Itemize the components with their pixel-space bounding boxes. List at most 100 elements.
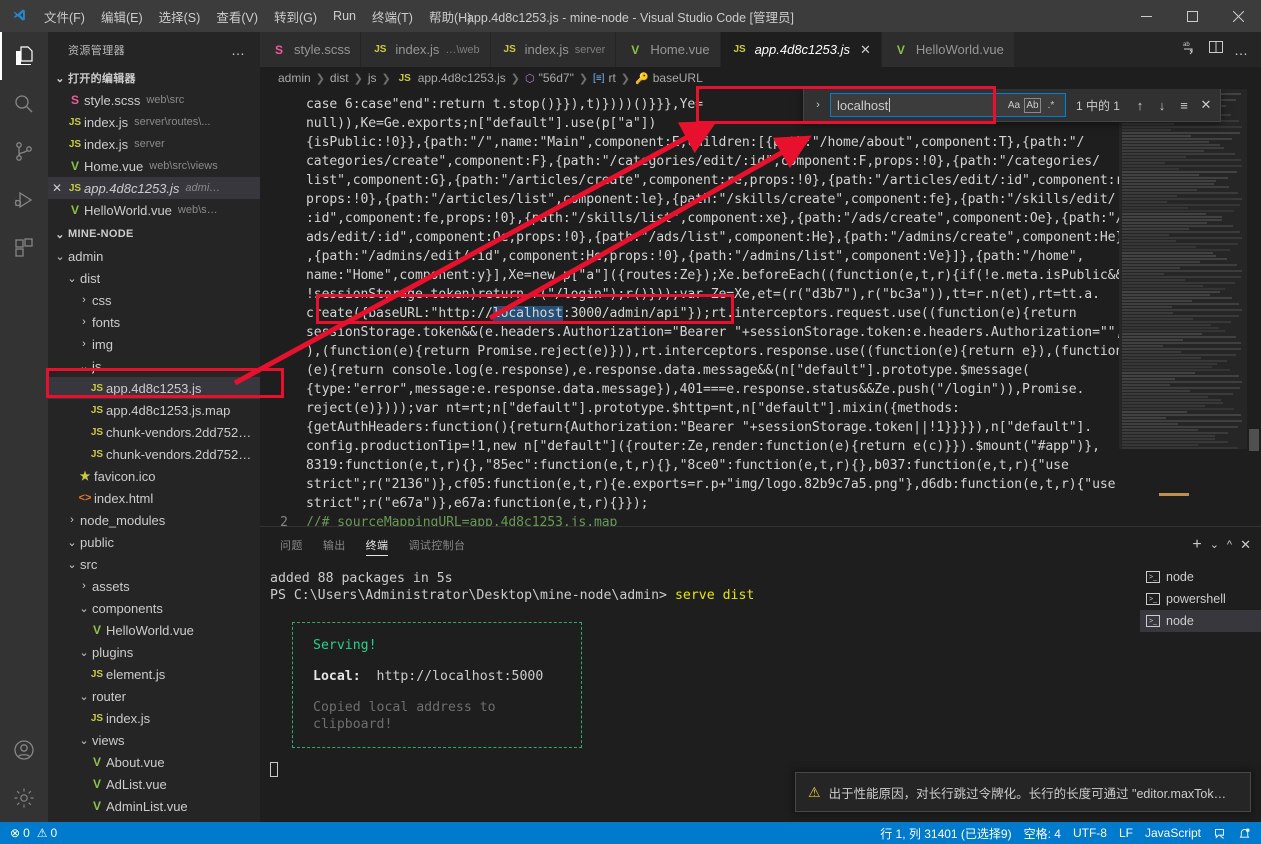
chevron-down-icon[interactable]: ⌄ xyxy=(52,228,68,241)
tree-file[interactable]: JS index.js xyxy=(48,707,260,729)
panel-tab-output[interactable]: 输出 xyxy=(323,527,346,562)
feedback-icon[interactable] xyxy=(1207,827,1232,840)
tree-file[interactable]: V AdList.vue xyxy=(48,773,260,795)
tree-file[interactable]: JS element.js xyxy=(48,663,260,685)
toggle-replace-icon[interactable]: › xyxy=(808,99,828,111)
tree-folder[interactable]: ⌄ components xyxy=(48,597,260,619)
whole-word-icon[interactable]: Ab xyxy=(1023,97,1041,113)
find-next-button[interactable]: ↓ xyxy=(1152,95,1172,115)
chevron-down-icon[interactable]: ⌄ xyxy=(76,690,92,703)
panel-actions[interactable]: + ⌄ ^ ✕ xyxy=(1192,536,1261,554)
chevron-right-icon[interactable]: › xyxy=(76,316,92,328)
editor-scrollbar[interactable] xyxy=(1247,89,1261,526)
editor-tab[interactable]: JS index.js server xyxy=(490,32,617,67)
new-terminal-button[interactable]: + xyxy=(1192,536,1201,554)
chevron-right-icon[interactable]: › xyxy=(76,338,92,350)
notifications-bell-icon[interactable] xyxy=(1232,827,1257,840)
chevron-right-icon[interactable]: › xyxy=(76,580,92,592)
tree-file[interactable]: V AdminList.vue xyxy=(48,795,260,817)
section-project[interactable]: ⌄ MINE-NODE xyxy=(48,223,260,245)
open-editor-item[interactable]: V Home.vue web\src\views xyxy=(48,155,260,177)
close-editor-icon[interactable]: ✕ xyxy=(48,181,66,195)
chevron-down-icon[interactable]: ⌄ xyxy=(76,734,92,747)
editor-more-icon[interactable]: … xyxy=(1234,42,1249,58)
breadcrumb-item-file[interactable]: JS app.4d8c1253.js xyxy=(396,71,506,85)
maximize-button[interactable] xyxy=(1169,0,1215,32)
tree-folder[interactable]: ⌄ admin xyxy=(48,245,260,267)
find-input-box[interactable]: localhost Aa Ab .* xyxy=(829,93,1066,117)
terminal-list-item[interactable]: >_ node xyxy=(1140,566,1261,588)
tree-folder[interactable]: ⌄ plugins xyxy=(48,641,260,663)
open-editor-item[interactable]: JS index.js server\routes\... xyxy=(48,111,260,133)
tree-folder[interactable]: ⌄ src xyxy=(48,553,260,575)
menu-file[interactable]: 文件(F) xyxy=(36,0,93,32)
menu-run[interactable]: Run xyxy=(325,0,364,32)
editor-tab[interactable]: V HelloWorld.vue xyxy=(881,32,1015,67)
tree-file[interactable]: JS chunk-vendors.2dd752… xyxy=(48,421,260,443)
breadcrumb-item-admin[interactable]: admin xyxy=(278,71,311,85)
editor-tab[interactable]: Sstyle.scss xyxy=(260,32,362,67)
find-previous-button[interactable]: ↑ xyxy=(1130,95,1150,115)
find-widget[interactable]: › localhost Aa Ab .* 1 中的 1 ↑ ↓ ≡ ✕ xyxy=(802,89,1221,122)
panel-tab-debug-console[interactable]: 调试控制台 xyxy=(408,527,465,562)
tree-file[interactable]: ★ favicon.ico xyxy=(48,465,260,487)
editor-tab[interactable]: JS app.4d8c1253.js ✕ xyxy=(720,32,882,67)
tree-folder[interactable]: › node_modules xyxy=(48,509,260,531)
tree-folder[interactable]: ⌄ public xyxy=(48,531,260,553)
open-editor-item[interactable]: JS index.js server xyxy=(48,133,260,155)
panel-tab-problems[interactable]: 问题 xyxy=(280,527,303,562)
find-close-button[interactable]: ✕ xyxy=(1196,95,1216,115)
match-case-icon[interactable]: Aa xyxy=(1004,95,1024,115)
activity-run-debug-icon[interactable] xyxy=(0,176,48,224)
find-input[interactable]: localhost xyxy=(837,97,1004,113)
explorer-more-icon[interactable]: … xyxy=(231,42,252,58)
tree-file[interactable]: JS chunk-vendors.2dd752… xyxy=(48,443,260,465)
tree-folder[interactable]: › css xyxy=(48,289,260,311)
breadcrumb-item-variable[interactable]: [≡] rt xyxy=(593,71,616,85)
panel-tab-terminal[interactable]: 终端 xyxy=(365,527,389,562)
tree-file[interactable]: V About.vue xyxy=(48,751,260,773)
menu-edit[interactable]: 编辑(E) xyxy=(93,0,151,32)
activity-explorer-icon[interactable] xyxy=(0,32,48,80)
breadcrumb-item-js[interactable]: js xyxy=(368,71,377,85)
chevron-down-icon[interactable]: ⌄ xyxy=(76,360,92,373)
open-editor-item[interactable]: V HelloWorld.vue web\s… xyxy=(48,199,260,221)
breadcrumb-item-dist[interactable]: dist xyxy=(330,71,349,85)
chevron-down-icon[interactable]: ⌄ xyxy=(76,646,92,659)
tree-file[interactable]: VAdminSet.vue xyxy=(48,817,260,823)
status-language-mode[interactable]: JavaScript xyxy=(1139,826,1207,840)
close-tab-icon[interactable]: ✕ xyxy=(860,42,871,58)
chevron-down-icon[interactable]: ⌄ xyxy=(64,558,80,571)
tree-folder[interactable]: ⌄ js xyxy=(48,355,260,377)
notification-toast[interactable]: ⚠ 出于性能原因，对长行跳过令牌化。长行的长度可通过 "editor.maxTo… xyxy=(795,772,1251,812)
terminal-list-item[interactable]: >_ node xyxy=(1140,610,1261,632)
status-eol[interactable]: LF xyxy=(1113,826,1139,840)
terminal-dropdown-icon[interactable]: ⌄ xyxy=(1210,538,1219,551)
maximize-panel-icon[interactable]: ^ xyxy=(1227,539,1232,551)
activity-bar[interactable] xyxy=(0,32,48,822)
tree-file[interactable]: <> index.html xyxy=(48,487,260,509)
editor-tab-actions[interactable]: ab … xyxy=(1170,32,1261,67)
activity-search-icon[interactable] xyxy=(0,80,48,128)
status-encoding[interactable]: UTF-8 xyxy=(1067,826,1113,840)
chevron-down-icon[interactable]: ⌄ xyxy=(64,272,80,285)
editor-tab[interactable]: JS index.js …\web xyxy=(361,32,491,67)
code-content[interactable]: case 6:case"end":return t.stop()}}),t)})… xyxy=(306,89,1119,526)
menu-selection[interactable]: 选择(S) xyxy=(151,0,209,32)
minimap-slider[interactable] xyxy=(1119,89,1247,449)
activity-extensions-icon[interactable] xyxy=(0,224,48,272)
activity-source-control-icon[interactable] xyxy=(0,128,48,176)
status-problems[interactable]: ⊗ 0 ⚠ 0 xyxy=(4,822,63,844)
tree-folder[interactable]: ⌄ router xyxy=(48,685,260,707)
menu-help[interactable]: 帮助(H) xyxy=(421,0,479,32)
tree-folder[interactable]: ⌄ dist xyxy=(48,267,260,289)
scrollbar-thumb[interactable] xyxy=(1249,429,1259,451)
close-button[interactable] xyxy=(1215,0,1261,32)
tree-file[interactable]: V HelloWorld.vue xyxy=(48,619,260,641)
chevron-down-icon[interactable]: ⌄ xyxy=(64,536,80,549)
activity-accounts-icon[interactable] xyxy=(0,726,48,774)
breadcrumb[interactable]: admin ❯ dist ❯ js ❯ JS app.4d8c1253.js ❯… xyxy=(260,67,1261,89)
status-cursor-position[interactable]: 行 1, 列 31401 (已选择9) xyxy=(874,825,1017,842)
chevron-down-icon[interactable]: ⌄ xyxy=(52,72,68,85)
code-editor[interactable]: 2 case 6:case"end":return t.stop()}}),t)… xyxy=(260,89,1261,526)
